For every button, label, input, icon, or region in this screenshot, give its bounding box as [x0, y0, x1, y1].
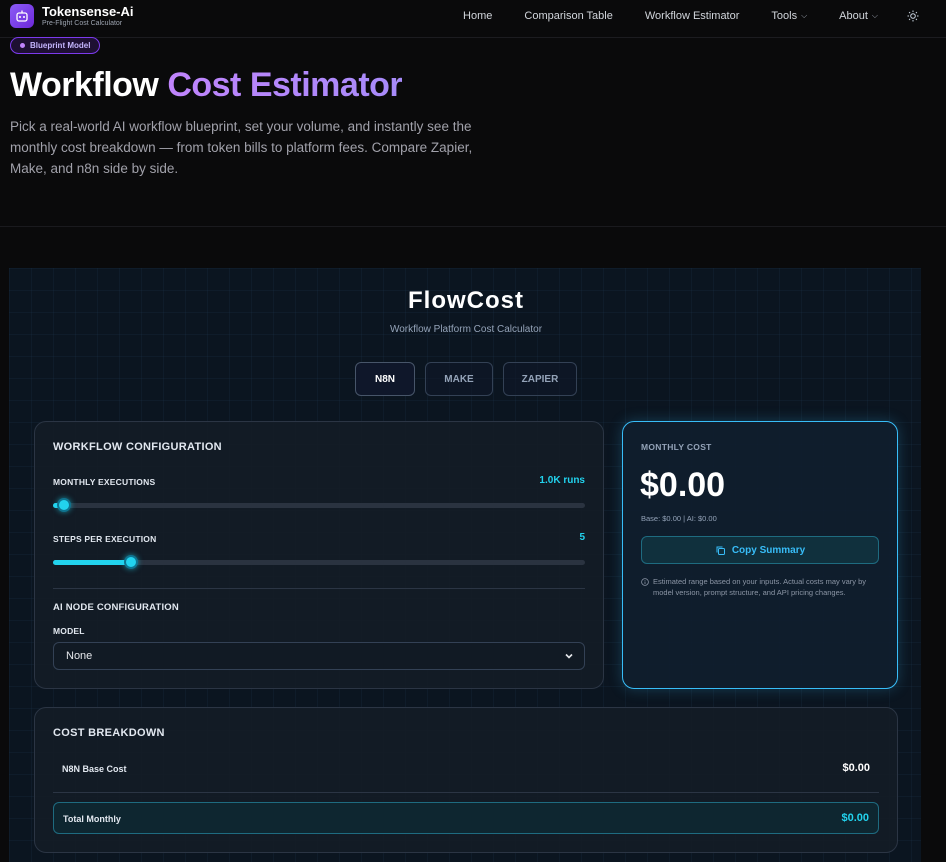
- steps-slider-fill: [53, 560, 132, 565]
- badge-label: Blueprint Model: [30, 41, 91, 50]
- copy-summary-label: Copy Summary: [731, 544, 806, 556]
- executions-slider-thumb[interactable]: [56, 498, 71, 512]
- brand-name: Tokensense-Ai: [42, 4, 134, 19]
- nav-link-tools[interactable]: Tools ⌵: [771, 10, 807, 22]
- model-label: MODEL: [53, 626, 85, 636]
- executions-slider[interactable]: [53, 498, 585, 512]
- sun-icon: [907, 10, 919, 22]
- nav-link-label: About: [839, 10, 868, 22]
- nav-link-label: Comparison Table: [524, 10, 613, 22]
- total-monthly-row: Total Monthly $0.00: [53, 802, 879, 834]
- page-description: Pick a real-world AI workflow blueprint,…: [10, 119, 473, 176]
- base-cost-value: $0.00: [842, 762, 870, 774]
- nav-links: Home Comparison Table Workflow Estimator…: [447, 0, 946, 32]
- monthly-cost-card: MONTHLY COST $0.00 Base: $0.00 | AI: $0.…: [622, 421, 898, 689]
- monthly-cost-label: MONTHLY COST: [641, 442, 712, 452]
- executions-value: 1.0K runs: [539, 475, 585, 486]
- badge-dot-icon: [20, 43, 25, 48]
- calculator-subtitle: Workflow Platform Cost Calculator: [389, 324, 543, 335]
- section-divider: [0, 226, 946, 227]
- nav-link-home[interactable]: Home: [463, 10, 492, 22]
- nav-link-about[interactable]: About ⌵: [839, 10, 878, 22]
- chevron-down-icon: [565, 653, 573, 659]
- info-icon: [641, 578, 649, 586]
- steps-slider[interactable]: [53, 555, 585, 569]
- title-plain: Workflow: [10, 66, 168, 104]
- monthly-cost-amount: $0.00: [640, 466, 726, 504]
- executions-label: MONTHLY EXECUTIONS: [53, 477, 156, 487]
- title-accent: Cost Estimator: [167, 66, 403, 104]
- disclaimer-text: Estimated range based on your inputs. Ac…: [653, 577, 867, 597]
- page-title: Workflow Cost Estimator: [10, 66, 403, 105]
- ai-node-heading: AI NODE CONFIGURATION: [53, 602, 179, 613]
- platform-tabs: N8N MAKE ZAPIER: [0, 362, 932, 396]
- config-divider: [53, 588, 585, 589]
- config-heading: WORKFLOW CONFIGURATION: [53, 441, 222, 453]
- platform-tab-n8n[interactable]: N8N: [355, 362, 415, 396]
- cost-breakdown-card: COST BREAKDOWN N8N Base Cost $0.00 Total…: [34, 707, 898, 853]
- model-select[interactable]: None: [53, 642, 585, 670]
- platform-tab-make[interactable]: MAKE: [425, 362, 493, 396]
- navbar: Tokensense-Ai Pre-Flight Cost Calculator…: [0, 0, 946, 38]
- chevron-down-icon: ⌵: [801, 11, 808, 20]
- brand-tagline: Pre-Flight Cost Calculator: [42, 20, 123, 27]
- nav-link-comparison-table[interactable]: Comparison Table: [524, 10, 612, 22]
- nav-link-label: Tools: [771, 10, 798, 22]
- nav-link-workflow-estimator[interactable]: Workflow Estimator: [645, 10, 740, 22]
- disclaimer: Estimated range based on your inputs. Ac…: [641, 576, 881, 598]
- nav-link-label: Home: [463, 10, 493, 22]
- copy-icon: [716, 546, 725, 555]
- robot-icon: [10, 4, 34, 28]
- total-monthly-label: Total Monthly: [63, 814, 121, 824]
- nav-link-label: Workflow Estimator: [644, 10, 740, 22]
- breakdown-divider: [53, 792, 879, 793]
- chevron-down-icon: ⌵: [871, 11, 878, 20]
- steps-slider-thumb[interactable]: [124, 555, 139, 569]
- copy-summary-button[interactable]: Copy Summary: [641, 536, 879, 564]
- monthly-cost-base-line: Base: $0.00 | AI: $0.00: [641, 514, 717, 523]
- breakdown-heading: COST BREAKDOWN: [53, 727, 165, 739]
- workflow-config-card: WORKFLOW CONFIGURATION MONTHLY EXECUTION…: [34, 421, 604, 689]
- model-select-value: None: [66, 650, 93, 662]
- brand[interactable]: Tokensense-Ai Pre-Flight Cost Calculator: [10, 4, 134, 28]
- platform-tab-zapier[interactable]: ZAPIER: [503, 362, 577, 396]
- theme-toggle-button[interactable]: [902, 5, 924, 27]
- total-monthly-value: $0.00: [841, 812, 869, 824]
- base-cost-label: N8N Base Cost: [62, 764, 127, 774]
- blueprint-badge: Blueprint Model: [10, 37, 101, 54]
- steps-label: STEPS PER EXECUTION: [53, 534, 157, 544]
- calculator-title: FlowCost: [408, 287, 524, 314]
- steps-value: 5: [579, 532, 585, 543]
